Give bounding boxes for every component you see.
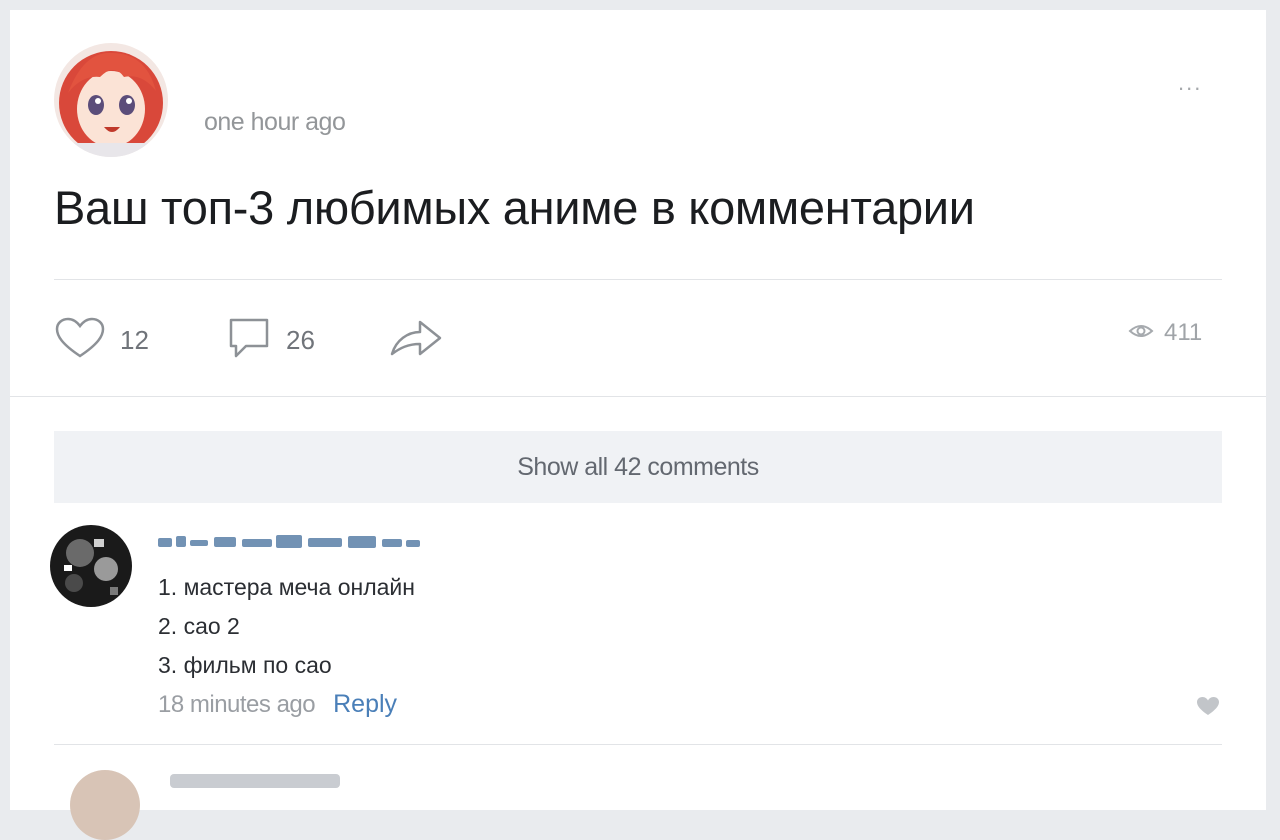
- comment-line-1: 1. мастера меча онлайн: [158, 574, 415, 600]
- author-avatar[interactable]: [54, 43, 168, 157]
- share-icon: [388, 316, 444, 365]
- next-commenter-name-redacted[interactable]: [170, 774, 340, 788]
- views-counter: 411: [1128, 319, 1202, 347]
- small-heart-icon: [1196, 697, 1220, 720]
- commenter-name-redacted[interactable]: [158, 530, 422, 554]
- comment-line-3: 3. фильм по сао: [158, 652, 332, 678]
- comment-divider: [54, 744, 1222, 745]
- post-time: one hour ago: [204, 108, 346, 136]
- comment-count: 26: [286, 325, 315, 355]
- next-commenter-avatar[interactable]: [70, 770, 140, 840]
- post-text: Ваш топ-3 любимых аниме в комментарии: [54, 181, 975, 234]
- heart-icon: [54, 316, 106, 365]
- like-count: 12: [120, 325, 149, 355]
- commenter-avatar[interactable]: [50, 525, 132, 607]
- views-count: 411: [1164, 319, 1203, 346]
- reply-button[interactable]: Reply: [333, 690, 397, 719]
- show-all-comments-button[interactable]: Show all 42 comments: [54, 431, 1222, 503]
- comment-like-button[interactable]: [1196, 696, 1220, 721]
- comment-meta: 18 minutes ago Reply: [158, 690, 397, 719]
- post-card: one hour ago ... Ваш топ-3 любимых аниме…: [10, 10, 1266, 840]
- comment-button[interactable]: 26: [226, 316, 315, 365]
- section-divider: [10, 396, 1266, 397]
- eye-icon: [1128, 321, 1154, 346]
- divider: [54, 279, 1222, 280]
- comment-line-2: 2. сао 2: [158, 613, 240, 639]
- more-dots-icon[interactable]: ...: [1178, 70, 1202, 96]
- share-button[interactable]: [388, 316, 444, 365]
- comment-icon: [226, 316, 272, 365]
- comment-time: 18 minutes ago: [158, 691, 316, 718]
- like-button[interactable]: 12: [54, 316, 149, 365]
